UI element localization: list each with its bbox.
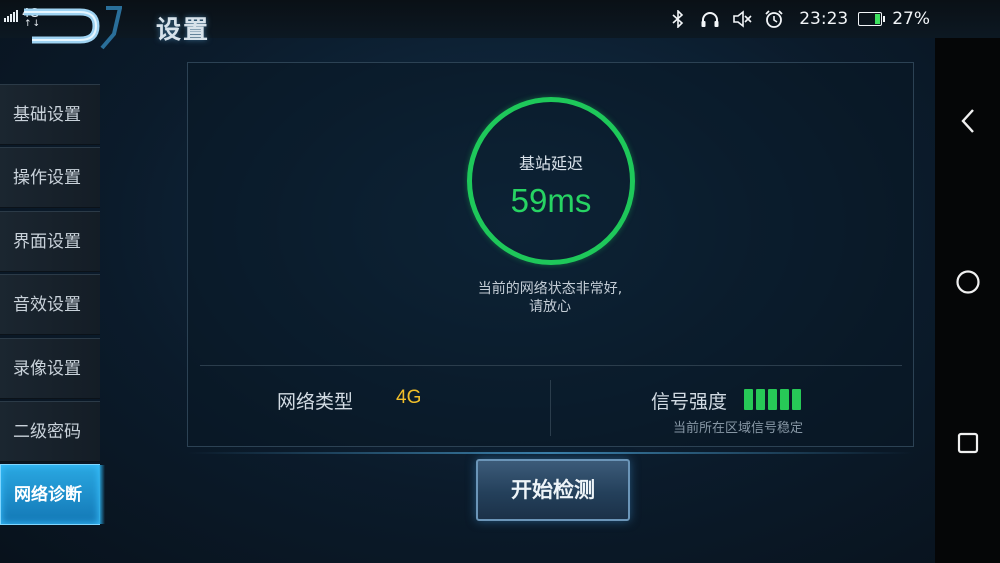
panel-glow-line [187,452,914,454]
latency-ring [467,97,635,265]
sidebar-item-secondary-password[interactable]: 二级密码 [0,400,100,462]
latency-label: 基站延迟 [518,154,583,173]
signal-bar [744,389,753,410]
sidebar-item-basic-settings[interactable]: 基础设置 [0,84,100,145]
latency-value: 59ms [510,182,592,219]
signal-stability-note: 当前所在区域信号稳定 [673,421,804,436]
divider-vertical [550,380,551,436]
signal-bar [780,389,789,410]
sidebar-item-interface-settings[interactable]: 界面设置 [0,210,100,272]
network-status-text: 当前的网络状态非常好, [477,281,623,297]
alarm-icon [763,8,785,30]
signal-bar [792,389,801,410]
mute-icon [731,8,753,30]
sidebar-item-recording-settings[interactable]: 录像设置 [0,337,100,399]
battery-level-fill [875,14,881,24]
battery-percent: 27% [892,9,930,29]
signal-strength-bars [744,389,801,410]
network-status-text-2: 请放心 [529,299,571,315]
app-logo [24,6,122,50]
sidebar-item-sound-settings[interactable]: 音效设置 [0,274,100,336]
sidebar-item-network-diagnosis[interactable]: 网络诊断 [0,464,105,526]
signal-bar [756,389,765,410]
start-test-button[interactable]: 开始检测 [476,459,630,521]
signal-bar [768,389,777,410]
network-type-value: 4G [396,387,422,408]
page-title: 设置 [156,15,211,44]
sidebar-item-control-settings[interactable]: 操作设置 [0,147,100,209]
settings-sidebar: 基础设置 操作设置 界面设置 音效设置 录像设置 二级密码 网络诊断 [0,84,105,528]
status-bar: 4G ↑↓ 23:23 27% [0,0,1000,38]
battery-icon [858,12,886,26]
clock-time: 23:23 [799,9,849,29]
back-icon[interactable] [955,108,981,134]
bluetooth-icon [667,8,689,30]
recent-apps-icon[interactable] [955,430,981,456]
home-icon[interactable] [955,269,981,295]
headset-icon [699,8,721,30]
divider [200,365,902,366]
network-type-label: 网络类型 [277,391,354,413]
signal-strength-label: 信号强度 [651,391,728,413]
